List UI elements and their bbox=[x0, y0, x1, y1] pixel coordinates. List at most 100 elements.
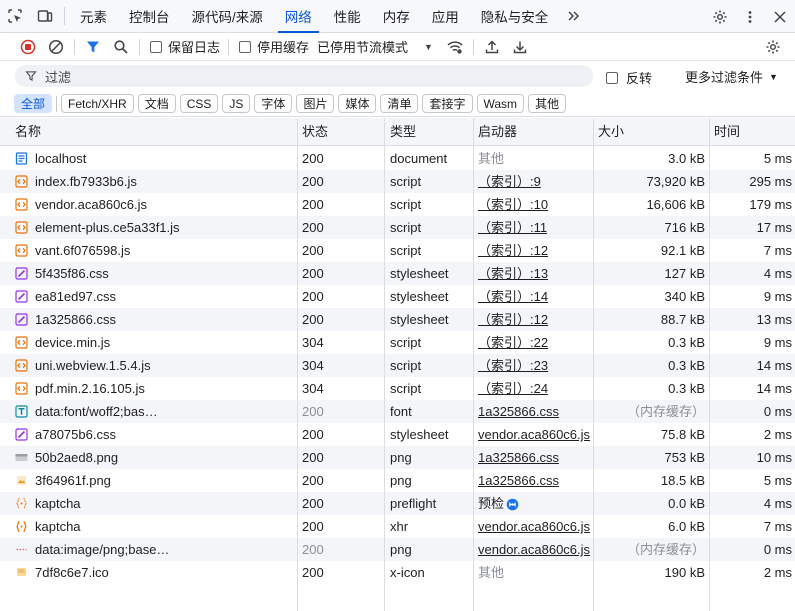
initiator-link[interactable]: （索引）:9 bbox=[478, 174, 541, 189]
filter-funnel-icon[interactable] bbox=[79, 33, 107, 61]
cell-name[interactable]: data:image/png;base… bbox=[15, 538, 297, 561]
column-header-name[interactable]: 名称 bbox=[10, 118, 41, 146]
table-row[interactable]: 50b2aed8.png 200 png 1a325866.css 753 kB 10 m… bbox=[0, 446, 795, 469]
disable-cache-checkbox[interactable]: 停用缓存 bbox=[239, 37, 309, 56]
filter-chip[interactable]: 套接字 bbox=[422, 94, 473, 113]
cell-name[interactable]: index.fb7933b6.js bbox=[15, 170, 297, 193]
tab-5[interactable]: 内存 bbox=[372, 0, 421, 33]
cell-name[interactable]: vant.6f076598.js bbox=[15, 239, 297, 262]
cell-initiator[interactable]: （索引）:12 bbox=[478, 239, 593, 262]
initiator-link[interactable]: （索引）:13 bbox=[478, 266, 548, 281]
import-har-upload-icon[interactable] bbox=[478, 33, 506, 61]
cell-initiator[interactable]: vendor.aca860c6.js bbox=[478, 538, 593, 561]
cell-initiator[interactable]: （索引）:9 bbox=[478, 170, 593, 193]
filter-chip[interactable]: 媒体 bbox=[338, 94, 377, 113]
initiator-link[interactable]: （索引）:10 bbox=[478, 197, 548, 212]
cell-name[interactable]: 5f435f86.css bbox=[15, 262, 297, 285]
cell-initiator[interactable]: （索引）:11 bbox=[478, 216, 593, 239]
cell-name[interactable]: 3f64961f.png bbox=[15, 469, 297, 492]
filter-chip[interactable]: 文档 bbox=[137, 94, 176, 113]
initiator-link[interactable]: （索引）:22 bbox=[478, 335, 548, 350]
table-row[interactable]: localhost 200 document 其他 3.0 kB 5 ms bbox=[0, 147, 795, 170]
cell-initiator[interactable]: （索引）:23 bbox=[478, 354, 593, 377]
throttling-select[interactable]: 已停用节流模式 ▼ bbox=[317, 37, 433, 56]
table-row[interactable]: vendor.aca860c6.js 200 script （索引）:10 16,606… bbox=[0, 193, 795, 216]
cell-initiator[interactable]: vendor.aca860c6.js bbox=[478, 515, 593, 538]
initiator-link[interactable]: （索引）:14 bbox=[478, 289, 548, 304]
table-row[interactable]: kaptcha 200 xhr vendor.aca860c6.js 6.0 kB 7 m… bbox=[0, 515, 795, 538]
table-row[interactable]: vant.6f076598.js 200 script （索引）:12 92.1 kB 7… bbox=[0, 239, 795, 262]
initiator-link[interactable]: vendor.aca860c6.js bbox=[478, 542, 590, 557]
table-row[interactable]: kaptcha 200 preflight 预检 0.0 kB 4 ms bbox=[0, 492, 795, 515]
initiator-link[interactable]: vendor.aca860c6.js bbox=[478, 427, 590, 442]
cell-initiator[interactable]: （索引）:12 bbox=[478, 308, 593, 331]
cell-initiator[interactable]: （索引）:24 bbox=[478, 377, 593, 400]
network-settings-gear-icon[interactable] bbox=[759, 33, 787, 61]
more-tabs-chevron-icon[interactable] bbox=[559, 0, 589, 33]
initiator-link[interactable]: 1a325866.css bbox=[478, 450, 559, 465]
table-row[interactable]: a78075b6.css 200 stylesheet vendor.aca860c6… bbox=[0, 423, 795, 446]
inspect-element-icon[interactable] bbox=[0, 0, 30, 33]
cell-initiator[interactable]: 1a325866.css bbox=[478, 469, 593, 492]
cell-initiator[interactable]: （索引）:22 bbox=[478, 331, 593, 354]
column-header-status[interactable]: 状态 bbox=[297, 118, 328, 146]
initiator-link[interactable]: （索引）:24 bbox=[478, 381, 548, 396]
filter-chip[interactable]: CSS bbox=[179, 94, 219, 113]
table-row[interactable]: ea81ed97.css 200 stylesheet （索引）:14 340 kB 9 … bbox=[0, 285, 795, 308]
cell-initiator[interactable]: 1a325866.css bbox=[478, 446, 593, 469]
cell-name[interactable]: element-plus.ce5a33f1.js bbox=[15, 216, 297, 239]
table-row[interactable]: 7df8c6e7.ico 200 x-icon 其他 190 kB 2 ms bbox=[0, 561, 795, 584]
filter-chip[interactable]: Wasm bbox=[476, 94, 525, 113]
invert-checkbox[interactable]: 反转 bbox=[606, 68, 652, 87]
tab-4[interactable]: 性能 bbox=[323, 0, 372, 33]
table-row[interactable]: element-plus.ce5a33f1.js 200 script （索引）:11… bbox=[0, 216, 795, 239]
table-row[interactable]: 5f435f86.css 200 stylesheet （索引）:13 127 kB 4 … bbox=[0, 262, 795, 285]
filter-chip[interactable]: Fetch/XHR bbox=[61, 94, 134, 113]
checkbox-box[interactable] bbox=[239, 40, 252, 53]
initiator-link[interactable]: 1a325866.css bbox=[478, 404, 559, 419]
filter-chip[interactable]: JS bbox=[222, 94, 251, 113]
filter-chip[interactable]: 全部 bbox=[14, 94, 53, 113]
cell-name[interactable]: a78075b6.css bbox=[15, 423, 297, 446]
filter-chip[interactable]: 字体 bbox=[254, 94, 293, 113]
checkbox-box[interactable] bbox=[606, 71, 618, 84]
column-header-type[interactable]: 类型 bbox=[385, 118, 416, 146]
filter-input[interactable]: 过滤 bbox=[15, 65, 593, 87]
column-header-initiator[interactable]: 启动器 bbox=[473, 118, 517, 146]
cell-name[interactable]: 1a325866.css bbox=[15, 308, 297, 331]
tab-3[interactable]: 网络 bbox=[274, 0, 323, 33]
table-row[interactable]: pdf.min.2.16.105.js 304 script （索引）:24 0.3 k… bbox=[0, 377, 795, 400]
more-options-icon[interactable] bbox=[735, 0, 765, 33]
cell-name[interactable]: uni.webview.1.5.4.js bbox=[15, 354, 297, 377]
filter-chip[interactable]: 其他 bbox=[528, 94, 567, 113]
more-filters-dropdown[interactable]: 更多过滤条件 ▼ bbox=[685, 67, 778, 86]
cell-name[interactable]: kaptcha bbox=[15, 515, 297, 538]
export-har-download-icon[interactable] bbox=[506, 33, 534, 61]
cell-name[interactable]: 7df8c6e7.ico bbox=[15, 561, 297, 584]
device-toolbar-icon[interactable] bbox=[30, 0, 60, 33]
cell-initiator[interactable]: （索引）:13 bbox=[478, 262, 593, 285]
preflight-link-icon[interactable] bbox=[506, 498, 519, 511]
table-row[interactable]: 1a325866.css 200 stylesheet （索引）:12 88.7 kB 1… bbox=[0, 308, 795, 331]
clear-icon[interactable] bbox=[42, 33, 70, 61]
close-icon[interactable] bbox=[765, 0, 795, 33]
checkbox-box[interactable] bbox=[150, 40, 162, 53]
cell-initiator[interactable]: 1a325866.css bbox=[478, 400, 593, 423]
cell-name[interactable]: pdf.min.2.16.105.js bbox=[15, 377, 297, 400]
initiator-link[interactable]: （索引）:12 bbox=[478, 243, 548, 258]
filter-chip[interactable]: 图片 bbox=[296, 94, 335, 113]
cell-name[interactable]: kaptcha bbox=[15, 492, 297, 515]
filter-chip[interactable]: 清单 bbox=[380, 94, 419, 113]
table-row[interactable]: uni.webview.1.5.4.js 304 script （索引）:23 0.3 … bbox=[0, 354, 795, 377]
cell-name[interactable]: 50b2aed8.png bbox=[15, 446, 297, 469]
cell-name[interactable]: device.min.js bbox=[15, 331, 297, 354]
tab-1[interactable]: 控制台 bbox=[118, 0, 181, 33]
initiator-link[interactable]: （索引）:23 bbox=[478, 358, 548, 373]
initiator-link[interactable]: 1a325866.css bbox=[478, 473, 559, 488]
tab-0[interactable]: 元素 bbox=[69, 0, 118, 33]
tab-7[interactable]: 隐私与安全 bbox=[470, 0, 560, 33]
tab-2[interactable]: 源代码/来源 bbox=[181, 0, 274, 33]
table-row[interactable]: index.fb7933b6.js 200 script （索引）:9 73,920 k… bbox=[0, 170, 795, 193]
table-row[interactable]: device.min.js 304 script （索引）:22 0.3 kB 9 ms bbox=[0, 331, 795, 354]
search-icon[interactable] bbox=[107, 33, 135, 61]
